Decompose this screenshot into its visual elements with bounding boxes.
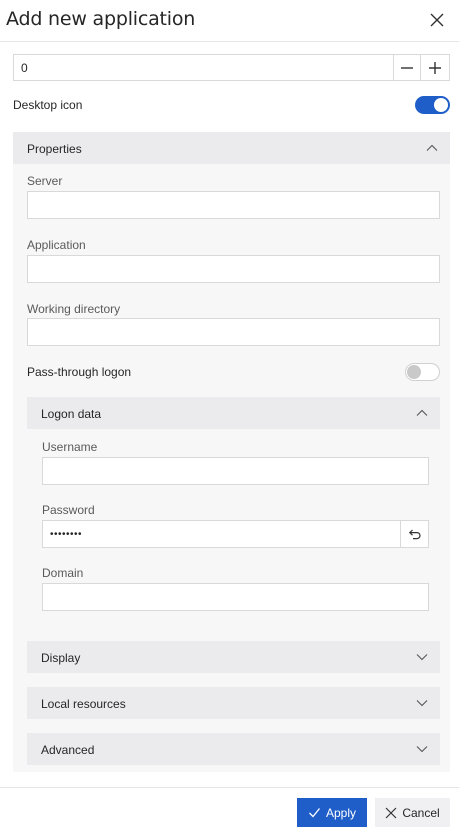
properties-label: Properties	[27, 142, 82, 156]
working-directory-label: Working directory	[27, 302, 121, 316]
properties-panel: Properties Server Application Working di…	[13, 132, 450, 772]
password-label: Password	[42, 503, 95, 517]
logon-data-section-header[interactable]: Logon data	[27, 397, 440, 429]
plus-icon	[429, 61, 441, 74]
desktop-icon-row: Desktop icon	[13, 94, 450, 116]
display-section-header[interactable]: Display	[27, 641, 440, 673]
cut-off-label: ............	[13, 43, 113, 46]
apply-label: Apply	[325, 805, 357, 820]
pass-through-toggle[interactable]	[405, 363, 440, 381]
advanced-section-header[interactable]: Advanced	[27, 733, 440, 765]
chevron-up-icon	[426, 144, 438, 151]
chevron-down-icon	[416, 654, 428, 661]
display-label: Display	[41, 651, 81, 665]
server-input[interactable]	[27, 191, 440, 219]
desktop-icon-toggle[interactable]	[415, 96, 450, 114]
cancel-button[interactable]: Cancel	[375, 798, 450, 827]
check-icon	[309, 808, 320, 818]
advanced-label: Advanced	[41, 743, 95, 757]
reset-password-button[interactable]	[400, 520, 429, 548]
close-icon	[430, 13, 444, 27]
number-input[interactable]: 0	[13, 54, 393, 81]
chevron-down-icon	[416, 746, 428, 753]
password-input[interactable]: ••••••••	[42, 520, 401, 548]
username-input[interactable]	[42, 457, 429, 485]
desktop-icon-label: Desktop icon	[13, 98, 83, 112]
chevron-down-icon	[416, 700, 428, 707]
dialog-header: Add new application	[0, 0, 459, 42]
domain-input[interactable]	[42, 583, 429, 611]
increment-button[interactable]	[421, 54, 450, 81]
dialog-title: Add new application	[6, 8, 196, 30]
application-label: Application	[27, 238, 86, 252]
application-input[interactable]	[27, 255, 440, 283]
domain-label: Domain	[42, 566, 84, 580]
pass-through-row: Pass-through logon	[27, 361, 440, 383]
close-button[interactable]	[426, 9, 448, 31]
logon-data-label: Logon data	[41, 407, 102, 421]
pass-through-label: Pass-through logon	[27, 365, 132, 379]
number-stepper: 0	[13, 54, 450, 81]
local-resources-section-header[interactable]: Local resources	[27, 687, 440, 719]
server-label: Server	[27, 174, 63, 188]
decrement-button[interactable]	[393, 54, 421, 81]
properties-section-header[interactable]: Properties	[13, 132, 450, 164]
chevron-up-icon	[416, 409, 428, 416]
close-icon	[385, 807, 397, 818]
local-resources-label: Local resources	[41, 697, 126, 711]
working-directory-input[interactable]	[27, 318, 440, 346]
apply-button[interactable]: Apply	[297, 798, 367, 827]
minus-icon	[401, 66, 413, 69]
undo-icon	[408, 529, 421, 540]
dialog-footer: Apply Cancel	[0, 787, 459, 833]
dialog-body[interactable]: ............ 0 Desktop icon Properties S…	[0, 43, 459, 787]
cancel-label: Cancel	[402, 805, 440, 820]
username-label: Username	[42, 440, 98, 454]
